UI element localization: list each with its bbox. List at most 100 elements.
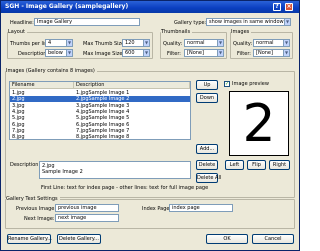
rotate-right-button[interactable]: Right (269, 160, 290, 170)
rotate-left-button[interactable]: Left (225, 160, 244, 170)
thumbnails-quality-value: normal (187, 40, 205, 46)
table-row[interactable]: 5.jpg 5.jpgSample Image 5 (10, 115, 190, 121)
image-preview-checkbox[interactable]: ✓ (224, 81, 230, 87)
images-settings-title: Images (231, 29, 252, 35)
table-row[interactable]: 6.jpg 6.jpgSample Image 6 (10, 122, 190, 128)
window-title: SGH - Image Gallery (samplegallery) (5, 3, 129, 10)
thumbs-per-line-select[interactable]: 4 ▼ (45, 39, 73, 47)
images-table[interactable]: Filename Description 1.jpg 1.jpgSample Im… (9, 81, 191, 140)
gallery-type-value: show images in same window (209, 19, 284, 25)
description-line-2: Sample Image 2 (42, 169, 83, 175)
headline-input[interactable]: Image Gallery (34, 18, 140, 26)
filename-cell: 4.jpg (12, 108, 25, 115)
filename-cell: 7.jpg (12, 127, 25, 134)
filename-cell: 5.jpg (12, 115, 25, 122)
table-row[interactable]: 2.jpg 2.jpgSample Image 2 (10, 96, 190, 103)
description-cell: 2.jpgSample Image 2 (76, 96, 130, 103)
rename-gallery-button[interactable]: Rename Gallery... (7, 234, 52, 244)
images-quality-select[interactable]: normal ▼ (253, 39, 290, 47)
chevron-down-icon: ▼ (217, 50, 223, 56)
max-image-size-select[interactable]: 600 ▼ (122, 49, 150, 57)
description-position-label: Description: (18, 51, 49, 57)
layout-group-title: Layout (8, 29, 27, 35)
text-settings-group: Gallery Text Settings (5, 196, 295, 229)
headline-label: Headline: (10, 20, 34, 26)
up-button[interactable]: Up (196, 80, 218, 90)
gallery-type-label: Gallery type: (174, 20, 207, 26)
images-filter-select[interactable]: [None] ▼ (253, 49, 290, 57)
thumbnails-filter-value: [None] (187, 50, 204, 56)
thumbnails-quality-select[interactable]: normal ▼ (184, 39, 224, 47)
help-icon[interactable]: ? (273, 3, 281, 11)
thumbnails-group-title: Thumbnails (161, 29, 193, 35)
filename-cell: 6.jpg (12, 121, 25, 128)
description-position-select[interactable]: below ▼ (45, 49, 73, 57)
cancel-button[interactable]: Cancel (252, 234, 294, 244)
images-list-title: Images (Gallery contains 8 images) (6, 68, 97, 74)
images-quality-label: Quality: (233, 41, 253, 47)
chevron-down-icon: ▼ (66, 40, 72, 46)
flip-button[interactable]: Flip (247, 160, 266, 170)
chevron-down-icon: ▼ (217, 40, 223, 46)
filename-cell: 1.jpg (12, 90, 25, 96)
max-thumb-size-value: 120 (125, 40, 135, 46)
images-filter-label: Filter: (237, 51, 251, 57)
filename-cell: 3.jpg (12, 102, 25, 109)
chevron-down-icon: ▼ (283, 50, 289, 56)
description-cell: 5.jpgSample Image 5 (76, 115, 130, 122)
index-page-label: Index Page: (142, 206, 172, 212)
max-thumb-size-select[interactable]: 120 ▼ (122, 39, 150, 47)
chevron-down-icon: ▼ (284, 19, 290, 25)
image-preview-label: Image preview (232, 81, 269, 87)
description-position-value: below (48, 50, 63, 56)
column-header-filename[interactable]: Filename (10, 82, 74, 89)
down-button[interactable]: Down (196, 93, 218, 103)
max-image-size-value: 600 (125, 50, 135, 56)
description-cell: 1.jpgSample Image 1 (76, 90, 130, 96)
ok-button[interactable]: OK (206, 234, 248, 244)
text-settings-title: Gallery Text Settings (6, 196, 60, 202)
description-label: Description: (10, 162, 41, 168)
table-row[interactable]: 7.jpg 7.jpgSample Image 7 (10, 128, 190, 134)
chevron-down-icon: ▼ (66, 50, 72, 56)
image-gallery-dialog: SGH - Image Gallery (samplegallery) ? × … (0, 0, 300, 251)
add-button[interactable]: Add... (196, 144, 218, 154)
table-row[interactable]: 4.jpg 4.jpgSample Image 4 (10, 109, 190, 115)
filename-cell: 2.jpg (12, 96, 25, 103)
thumbnails-filter-label: Filter: (167, 51, 181, 57)
description-cell: 6.jpgSample Image 6 (76, 121, 130, 128)
max-image-size-label: Max Image Size: (83, 51, 125, 57)
delete-button[interactable]: Delete (196, 160, 218, 170)
max-thumb-size-label: Max Thumb Size: (83, 41, 126, 47)
images-quality-value: normal (256, 40, 274, 46)
description-cell: 8.jpgSample Image 8 (76, 134, 130, 141)
previous-image-input[interactable]: previous image (55, 204, 119, 212)
index-page-input[interactable]: index page (169, 204, 233, 212)
delete-all-button[interactable]: Delete All (196, 173, 221, 183)
description-textarea[interactable]: 2.jpg Sample Image 2 (39, 161, 191, 179)
close-icon[interactable]: × (285, 3, 293, 11)
description-hint: First Line: text for index page - other … (41, 185, 209, 191)
table-row[interactable]: 3.jpg 3.jpgSample Image 3 (10, 103, 190, 109)
next-image-input[interactable]: next image (55, 214, 119, 222)
images-filter-value: [None] (256, 50, 273, 56)
chevron-down-icon: ▼ (143, 50, 149, 56)
description-cell: 7.jpgSample Image 7 (76, 127, 130, 134)
thumbnails-filter-select[interactable]: [None] ▼ (184, 49, 224, 57)
description-cell: 4.jpgSample Image 4 (76, 108, 130, 115)
filename-cell: 8.jpg (12, 134, 25, 141)
column-header-description[interactable]: Description (74, 82, 190, 89)
table-row[interactable]: 1.jpg 1.jpgSample Image 1 (10, 90, 190, 96)
next-image-label: Next Image: (24, 216, 55, 222)
preview-image-content: 2 (242, 94, 276, 154)
table-row[interactable]: 8.jpg 8.jpgSample Image 8 (10, 134, 190, 140)
title-bar: SGH - Image Gallery (samplegallery) ? × (1, 1, 299, 13)
chevron-down-icon: ▼ (143, 40, 149, 46)
delete-gallery-button[interactable]: Delete Gallery... (57, 234, 101, 244)
previous-image-label: Previous Image: (16, 206, 57, 212)
image-preview-pane: 2 (229, 91, 289, 156)
gallery-type-select[interactable]: show images in same window ▼ (206, 18, 291, 26)
chevron-down-icon: ▼ (283, 40, 289, 46)
thumbs-per-line-value: 4 (48, 40, 52, 46)
thumbnails-quality-label: Quality: (163, 41, 183, 47)
